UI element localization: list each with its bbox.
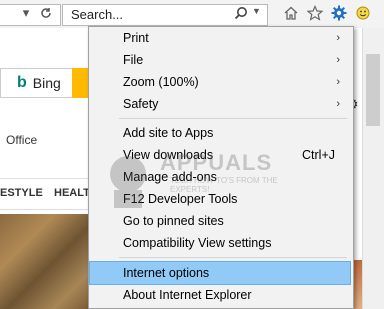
menu-item-label: Safety <box>123 97 159 111</box>
menu-item-label: About Internet Explorer <box>123 288 252 302</box>
dropdown-arrow-icon[interactable]: ▾ <box>18 5 34 21</box>
news-photo[interactable] <box>0 214 90 309</box>
menu-item-file[interactable]: File › <box>90 49 350 71</box>
menu-item-label: File <box>123 53 144 67</box>
menu-item-label: F12 Developer Tools <box>123 192 238 206</box>
bing-logo-icon: b <box>17 74 27 91</box>
search-dropdown-icon[interactable]: ▼ <box>252 6 261 16</box>
menu-item-print[interactable]: Print › <box>90 27 350 49</box>
refresh-icon[interactable] <box>38 5 54 21</box>
menu-item-label: Add site to Apps <box>123 126 214 140</box>
menu-item-label: Zoom (100%) <box>123 75 199 89</box>
home-icon[interactable] <box>283 5 299 21</box>
office-link[interactable]: Office <box>6 133 37 147</box>
menu-item-shortcut: Ctrl+J <box>302 148 335 162</box>
menu-item-compatibility-view-settings[interactable]: Compatibility View settings <box>90 232 350 254</box>
menu-item-label: Compatibility View settings <box>123 236 272 250</box>
menu-item-internet-options[interactable]: Internet options <box>89 261 351 285</box>
feedback-smiley-icon[interactable] <box>355 5 371 21</box>
menu-item-about-internet-explorer[interactable]: About Internet Explorer <box>90 284 350 306</box>
menu-item-safety[interactable]: Safety › <box>90 93 350 115</box>
favorites-star-icon[interactable] <box>307 5 323 21</box>
menu-item-manage-add-ons[interactable]: Manage add-ons <box>90 166 350 188</box>
nav-item-lifestyle[interactable]: ESTYLE <box>0 187 43 199</box>
menu-item-zoom[interactable]: Zoom (100%) › <box>90 71 350 93</box>
tools-gear-icon[interactable] <box>331 5 347 21</box>
nav-item-health[interactable]: HEALT <box>54 187 90 199</box>
bing-label: Bing <box>32 75 61 91</box>
menu-separator <box>119 118 347 119</box>
menu-item-f12-developer-tools[interactable]: F12 Developer Tools <box>90 188 350 210</box>
menu-item-label: Internet options <box>123 266 210 280</box>
menu-item-label: View downloads <box>123 148 214 162</box>
tools-menu: Print › File › Zoom (100%) › Safety › Ad… <box>88 26 354 309</box>
submenu-arrow-icon: › <box>336 98 340 110</box>
scrollbar-thumb[interactable] <box>366 54 380 126</box>
menu-item-label: Print <box>123 31 149 45</box>
menu-item-label: Go to pinned sites <box>123 214 224 228</box>
submenu-arrow-icon: › <box>336 32 340 44</box>
menu-item-add-site-to-apps[interactable]: Add site to Apps <box>90 122 350 144</box>
menu-item-label: Manage add-ons <box>123 170 217 184</box>
menu-separator <box>119 257 347 258</box>
submenu-arrow-icon: › <box>336 54 340 66</box>
browser-toolbar: ▾ Search... ▼ <box>0 0 384 29</box>
search-icon[interactable] <box>234 6 248 23</box>
submenu-arrow-icon: › <box>336 76 340 88</box>
menu-item-go-to-pinned-sites[interactable]: Go to pinned sites <box>90 210 350 232</box>
menu-item-view-downloads[interactable]: View downloads Ctrl+J <box>90 144 350 166</box>
bing-search-button[interactable]: b Bing <box>0 68 74 98</box>
search-input-value: Search... <box>71 7 124 22</box>
